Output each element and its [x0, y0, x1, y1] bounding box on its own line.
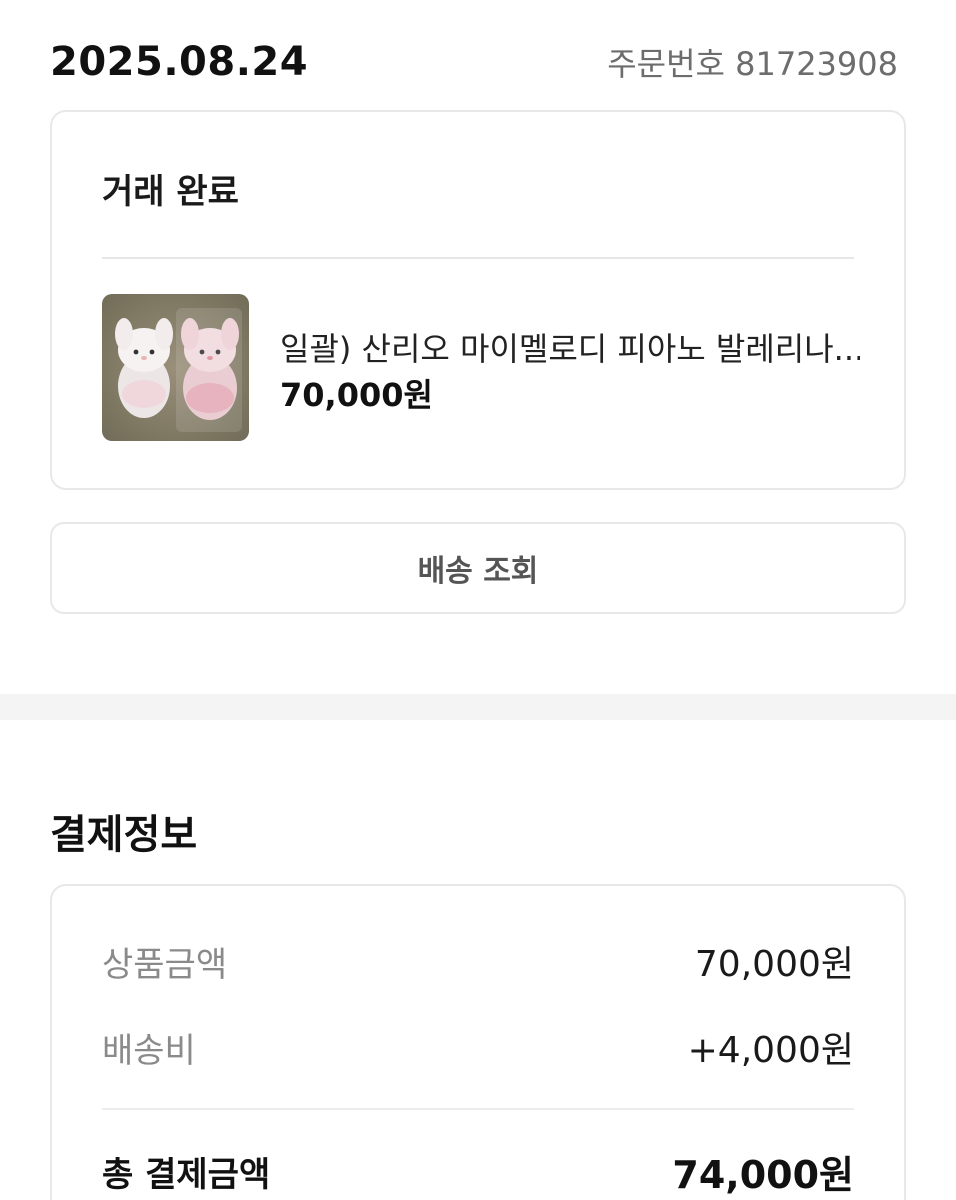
divider: [102, 1108, 854, 1110]
payment-row-product-amount: 상품금액 70,000원: [102, 936, 854, 986]
divider: [102, 257, 854, 259]
total-label: 총 결제금액: [102, 1154, 271, 1195]
order-detail-page: 2025.08.24 주문번호 81723908 거래 완료 일괄) 산리오 마…: [0, 0, 956, 1200]
payment-row-total: 총 결제금액 74,000원: [102, 1146, 854, 1197]
product-photo: [102, 294, 249, 441]
payment-row-shipping-fee: 배송비 +4,000원: [102, 1022, 854, 1072]
order-header: 2025.08.24 주문번호 81723908: [50, 34, 898, 90]
payment-summary-card: 상품금액 70,000원 배송비 +4,000원 총 결제금액 74,000원: [50, 884, 906, 1200]
total-value: 74,000원: [672, 1152, 854, 1197]
order-date: 2025.08.24: [50, 39, 309, 85]
payment-row-label: 상품금액: [102, 944, 228, 985]
order-number: 주문번호 81723908: [607, 45, 898, 83]
payment-info-title: 결제정보: [50, 812, 198, 858]
track-delivery-button[interactable]: 배송 조회: [50, 522, 906, 614]
section-separator: [0, 694, 956, 720]
payment-row-label: 배송비: [102, 1030, 196, 1071]
trade-status: 거래 완료: [102, 172, 239, 212]
payment-row-value: 70,000원: [694, 944, 854, 985]
product-price: 70,000원: [280, 376, 433, 414]
product-thumbnail[interactable]: [102, 294, 249, 441]
trade-card[interactable]: 거래 완료 일괄) 산리오 마이멜로디 피아노 발레리나... 70,000원: [50, 110, 906, 490]
payment-row-value: +4,000원: [687, 1030, 854, 1071]
product-name[interactable]: 일괄) 산리오 마이멜로디 피아노 발레리나...: [280, 324, 860, 370]
